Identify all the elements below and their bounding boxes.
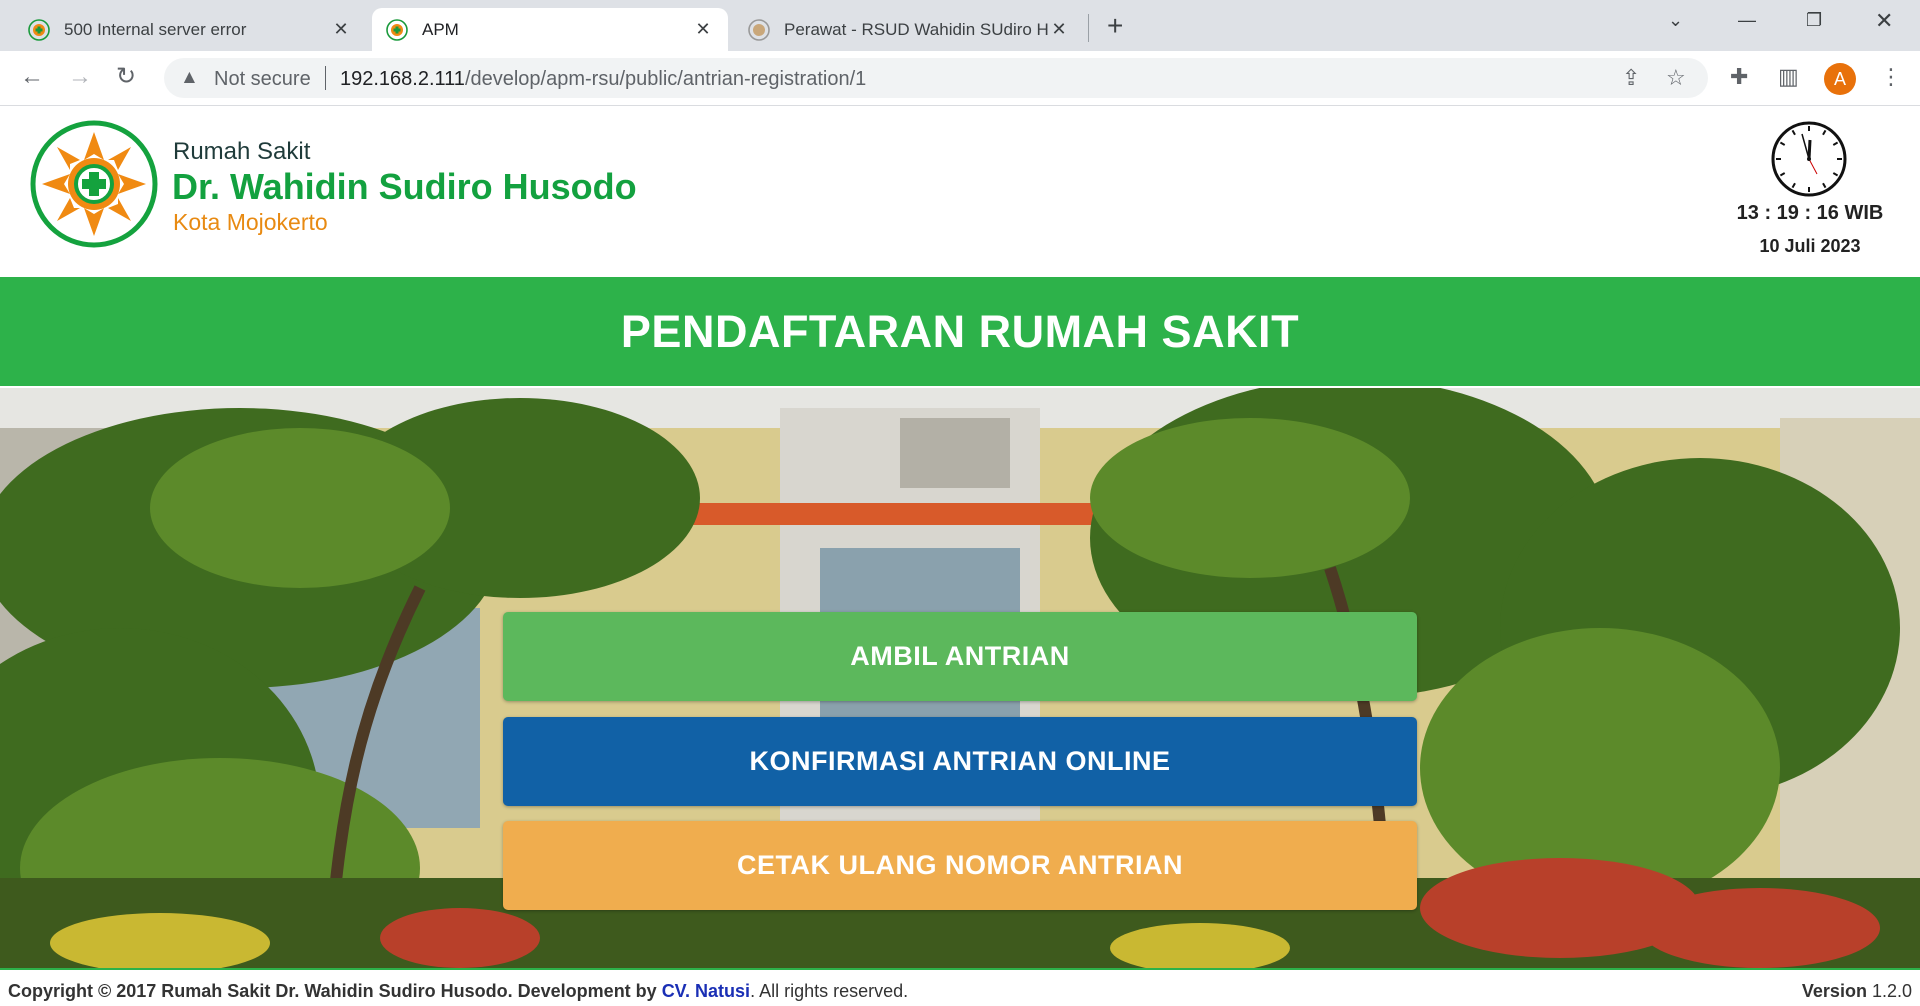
- url-host: 192.168.2.111: [340, 68, 465, 90]
- page-footer: Copyright © 2017 Rumah Sakit Dr. Wahidin…: [0, 968, 1920, 1006]
- share-icon[interactable]: ⇪: [1622, 65, 1640, 91]
- tab-search-icon[interactable]: ⌄: [1668, 10, 1683, 31]
- reload-icon[interactable]: ↻: [116, 63, 136, 91]
- url-path: /develop/apm-rsu/public/antrian-registra…: [464, 68, 867, 90]
- new-tab-button[interactable]: +: [1107, 12, 1123, 40]
- sidepanel-icon[interactable]: ▥: [1778, 64, 1799, 90]
- page-title: PENDAFTARAN RUMAH SAKIT: [620, 305, 1300, 357]
- close-icon[interactable]: ✕: [692, 19, 714, 40]
- hospital-logo-icon: [30, 120, 158, 248]
- favicon-icon: [748, 18, 770, 41]
- clock-time: 13 : 19 : 16 WIB: [1736, 202, 1884, 224]
- browser-tabbar: 500 Internal server error ✕ APM ✕ Perawa…: [0, 0, 1920, 51]
- page-header: Rumah Sakit Dr. Wahidin Sudiro Husodo Ko…: [0, 106, 1920, 276]
- copyright-text: Copyright © 2017 Rumah Sakit Dr. Wahidin…: [8, 981, 908, 1002]
- copyright-main: Copyright © 2017 Rumah Sakit Dr. Wahidin…: [8, 981, 662, 1001]
- version-info: Version 1.2.0: [1802, 981, 1912, 1002]
- star-icon[interactable]: ☆: [1666, 65, 1686, 91]
- hospital-city: Kota Mojokerto: [173, 209, 328, 235]
- forward-icon[interactable]: →: [68, 63, 92, 91]
- developer-link[interactable]: CV. Natusi: [662, 981, 750, 1001]
- favicon-icon: [386, 18, 408, 41]
- tab-apm[interactable]: APM ✕: [372, 8, 728, 51]
- avatar[interactable]: A: [1824, 63, 1856, 95]
- minimize-icon[interactable]: —: [1738, 10, 1756, 31]
- cetak-ulang-nomor-antrian-button[interactable]: CETAK ULANG NOMOR ANTRIAN: [503, 821, 1417, 910]
- extensions-icon[interactable]: ✚: [1730, 64, 1748, 90]
- close-icon[interactable]: ✕: [1048, 19, 1070, 40]
- close-icon[interactable]: ✕: [330, 19, 352, 40]
- tab-separator: [1088, 14, 1089, 42]
- brand-subtitle: Rumah Sakit: [173, 138, 311, 165]
- analog-clock-icon: [1771, 121, 1847, 197]
- version-label: Version: [1801, 981, 1867, 1001]
- tab-perawat[interactable]: Perawat - RSUD Wahidin SUdiro H ✕: [734, 8, 1084, 51]
- clock-date: 10 Juli 2023: [1759, 236, 1861, 256]
- konfirmasi-antrian-online-button[interactable]: KONFIRMASI ANTRIAN ONLINE: [503, 717, 1417, 806]
- security-label[interactable]: Not secure: [214, 68, 311, 91]
- tab-title: 500 Internal server error: [64, 19, 247, 39]
- tab-title: Perawat - RSUD Wahidin SUdiro H: [784, 19, 1048, 39]
- page-banner: PENDAFTARAN RUMAH SAKIT: [0, 277, 1920, 386]
- window-close-icon[interactable]: ✕: [1875, 8, 1893, 34]
- favicon-icon: [28, 18, 50, 41]
- restore-icon[interactable]: ❐: [1806, 10, 1822, 31]
- ambil-antrian-button[interactable]: AMBIL ANTRIAN: [503, 612, 1417, 701]
- tab-500-error[interactable]: 500 Internal server error ✕: [14, 8, 366, 51]
- version-value: 1.2.0: [1871, 981, 1912, 1001]
- address-bar[interactable]: ▲ Not secure 192.168.2.111/develop/apm-r…: [164, 58, 1708, 98]
- menu-icon[interactable]: ⋮: [1880, 64, 1902, 90]
- url-text[interactable]: 192.168.2.111/develop/apm-rsu/public/ant…: [340, 68, 866, 91]
- warning-icon[interactable]: ▲: [180, 67, 199, 89]
- address-separator: [325, 66, 326, 90]
- tab-title: APM: [422, 19, 459, 39]
- rights-text: . All rights reserved.: [750, 981, 909, 1001]
- hospital-name: Dr. Wahidin Sudiro Husodo: [172, 166, 637, 207]
- browser-toolbar: ← → ↻ ▲ Not secure 192.168.2.111/develop…: [0, 51, 1920, 106]
- back-icon[interactable]: ←: [20, 63, 44, 91]
